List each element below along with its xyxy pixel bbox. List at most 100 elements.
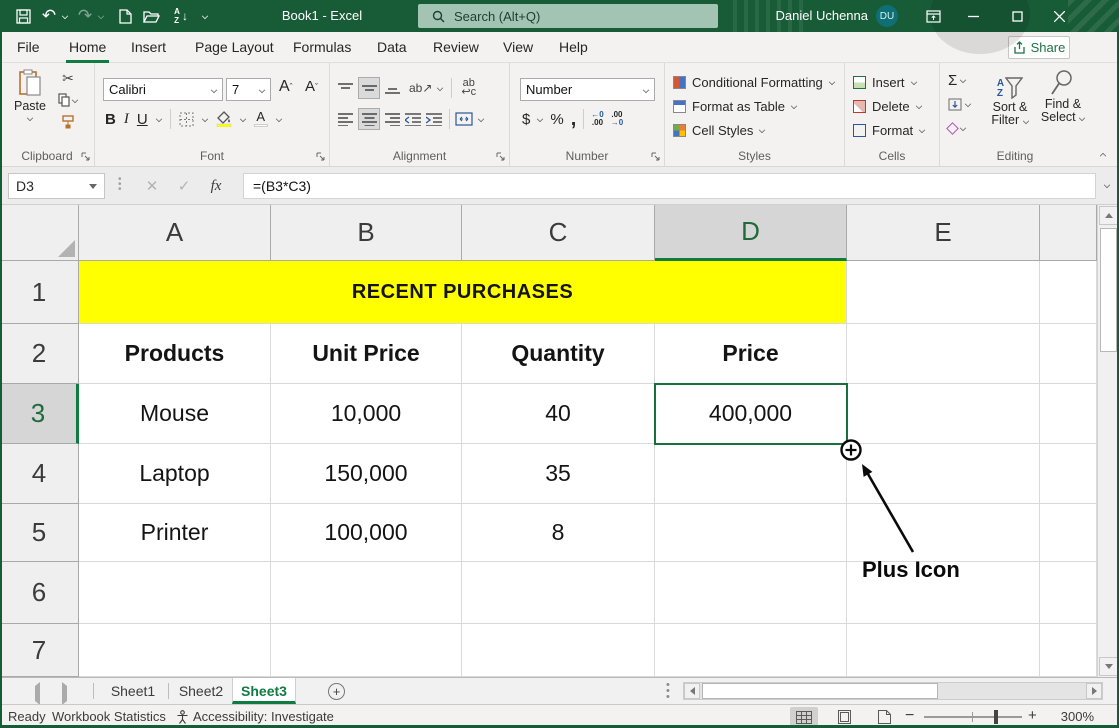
cell-e1[interactable] — [847, 261, 1040, 324]
sheet-tab-1[interactable]: Sheet1 — [99, 678, 167, 704]
cell-b4[interactable]: 150,000 — [271, 444, 462, 504]
zoom-slider-track[interactable] — [924, 716, 1022, 718]
wrap-text-icon[interactable]: ab↩c — [461, 79, 476, 97]
row-header-4[interactable]: 4 — [0, 444, 79, 504]
tab-help[interactable]: Help — [556, 32, 591, 63]
expand-formula-bar-icon[interactable] — [1104, 182, 1110, 188]
align-left-icon[interactable] — [338, 113, 353, 126]
cell-c6[interactable] — [462, 562, 655, 624]
font-family-select[interactable]: Calibri — [103, 78, 223, 101]
row-header-7[interactable]: 7 — [0, 624, 79, 677]
comma-style-button[interactable]: , — [571, 108, 577, 131]
tab-page-layout[interactable]: Page Layout — [192, 32, 277, 63]
cell-b5[interactable]: 100,000 — [271, 504, 462, 562]
new-sheet-icon[interactable]: + — [328, 683, 345, 700]
cell-d5[interactable] — [655, 504, 847, 562]
cell-c2[interactable]: Quantity — [462, 324, 655, 384]
sheet-tab-2[interactable]: Sheet2 — [172, 678, 230, 704]
number-format-select[interactable]: Number — [520, 78, 655, 101]
cell-c3[interactable]: 40 — [462, 384, 655, 444]
insert-function-button[interactable]: fx — [202, 173, 230, 199]
scroll-right-icon[interactable] — [1086, 683, 1102, 699]
zoom-in-icon[interactable]: + — [1028, 704, 1037, 727]
font-color-button[interactable]: A — [254, 111, 268, 127]
orientation-icon[interactable]: ab↗ — [409, 81, 432, 95]
fill-color-button[interactable] — [216, 111, 232, 127]
bottom-align-icon[interactable] — [385, 82, 400, 95]
prev-sheet-icon[interactable] — [35, 686, 40, 701]
increase-font-size-icon[interactable]: Aˆ — [279, 78, 293, 96]
paste-button[interactable]: Paste — [6, 69, 54, 121]
column-header-a[interactable]: A — [79, 205, 271, 261]
page-break-view-icon[interactable] — [870, 707, 898, 727]
alignment-dialog-launcher-icon[interactable] — [496, 152, 505, 161]
cell-styles-button[interactable]: Cell Styles — [673, 118, 765, 142]
orientation-chevron-icon[interactable] — [437, 85, 443, 91]
cell-d7[interactable] — [655, 624, 847, 677]
undo-chevron-icon[interactable] — [62, 13, 68, 19]
cell-f6[interactable] — [1040, 562, 1097, 624]
new-file-icon[interactable] — [112, 0, 138, 32]
insert-cells-button[interactable]: Insert — [853, 70, 917, 94]
cell-a6[interactable] — [79, 562, 271, 624]
cell-a2[interactable]: Products — [79, 324, 271, 384]
cell-b3[interactable]: 10,000 — [271, 384, 462, 444]
cell-c4[interactable]: 35 — [462, 444, 655, 504]
decrease-indent-icon[interactable] — [405, 113, 421, 126]
zoom-out-icon[interactable]: − — [905, 704, 914, 727]
cell-e2[interactable] — [847, 324, 1040, 384]
clear-button[interactable] — [948, 118, 971, 138]
cell-c7[interactable] — [462, 624, 655, 677]
cell-f7[interactable] — [1040, 624, 1097, 677]
increase-indent-icon[interactable] — [426, 113, 442, 126]
cell-b2[interactable]: Unit Price — [271, 324, 462, 384]
tab-data[interactable]: Data — [374, 32, 410, 63]
tab-home[interactable]: Home — [66, 32, 109, 63]
find-select-button[interactable]: Find & Select — [1038, 69, 1088, 124]
sheet-tab-3-active[interactable]: Sheet3 — [232, 678, 296, 704]
clipboard-dialog-launcher-icon[interactable] — [81, 152, 90, 161]
format-as-table-button[interactable]: Format as Table — [673, 94, 797, 118]
merge-chevron-icon[interactable] — [478, 116, 484, 122]
user-name[interactable]: Daniel Uchenna — [760, 0, 868, 32]
collapse-ribbon-icon[interactable] — [1100, 153, 1106, 159]
column-header-b[interactable]: B — [271, 205, 462, 261]
center-align-icon[interactable] — [358, 108, 380, 130]
cell-a4[interactable]: Laptop — [79, 444, 271, 504]
format-cells-button[interactable]: Format — [853, 118, 925, 142]
cell-f2[interactable] — [1040, 324, 1097, 384]
cell-a7[interactable] — [79, 624, 271, 677]
font-size-select[interactable]: 7 — [226, 78, 271, 101]
qat-customize-icon[interactable] — [202, 13, 208, 19]
name-box[interactable]: D3 — [8, 173, 105, 199]
autosum-button[interactable]: Σ — [948, 70, 971, 90]
formula-input[interactable]: =(B3*C3) — [243, 173, 1096, 199]
cell-d2[interactable]: Price — [655, 324, 847, 384]
column-header-d[interactable]: D — [655, 205, 847, 261]
tabbar-grip[interactable]: ••• — [666, 682, 670, 700]
scroll-up-icon[interactable] — [1099, 206, 1118, 225]
italic-button[interactable]: I — [124, 111, 129, 128]
row-header-3[interactable]: 3 — [0, 384, 79, 444]
underline-chevron-icon[interactable] — [156, 116, 162, 122]
maximize-button[interactable] — [1000, 0, 1034, 32]
column-header-c[interactable]: C — [462, 205, 655, 261]
borders-chevron-icon[interactable] — [202, 116, 208, 122]
tab-file[interactable]: File — [14, 32, 43, 63]
cell-e4[interactable] — [847, 444, 1040, 504]
format-painter-icon[interactable] — [58, 113, 78, 131]
sort-filter-button[interactable]: AZ Sort & Filter — [984, 69, 1036, 127]
increase-decimal-icon[interactable]: ←0.00 — [591, 111, 603, 127]
borders-button[interactable] — [179, 112, 194, 127]
open-folder-icon[interactable] — [138, 0, 164, 32]
cell-e5[interactable] — [847, 504, 1040, 562]
cell-e7[interactable] — [847, 624, 1040, 677]
close-button[interactable] — [1042, 0, 1076, 32]
bold-button[interactable]: B — [105, 111, 116, 128]
scroll-left-icon[interactable] — [684, 683, 700, 699]
column-header-e[interactable]: E — [847, 205, 1040, 261]
conditional-formatting-button[interactable]: Conditional Formatting — [673, 70, 835, 94]
cell-d4[interactable] — [655, 444, 847, 504]
page-layout-view-icon[interactable] — [830, 707, 858, 727]
cell-b7[interactable] — [271, 624, 462, 677]
